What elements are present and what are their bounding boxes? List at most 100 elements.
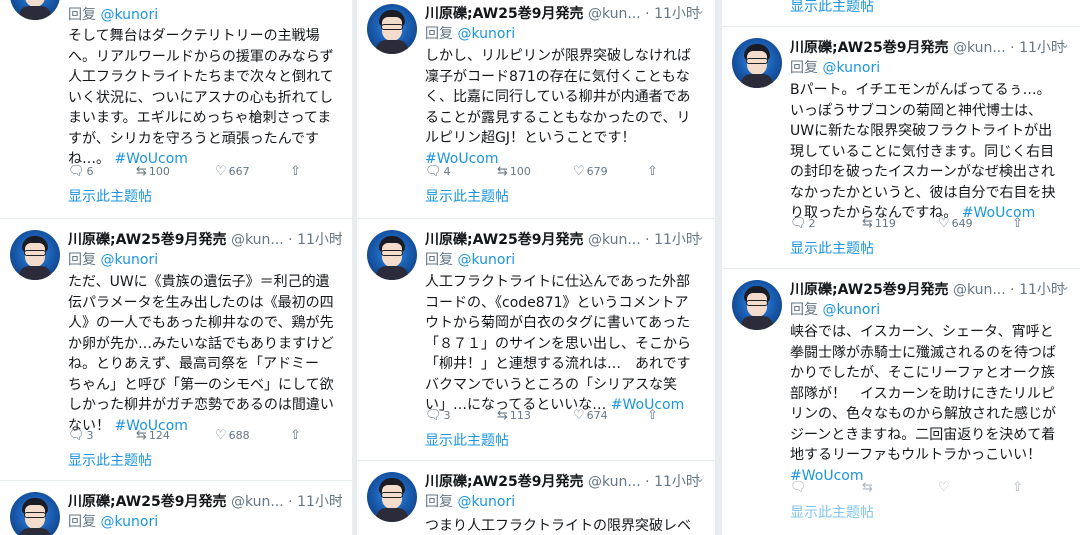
chevron-down-icon[interactable]: ⌄ bbox=[332, 229, 342, 243]
tweet[interactable]: 川原礫;AW25巻9月発売 @kun... · 11小时 ⌄ 回复 @kunor… bbox=[357, 0, 715, 212]
tweet-actions: 🗨 2 ⇆ 119 ♡ 649 ⇧ bbox=[790, 216, 1060, 234]
show-thread-link[interactable]: 显示此主题帖 bbox=[425, 186, 509, 206]
reply-button[interactable]: 🗨 6 bbox=[68, 164, 94, 179]
avatar[interactable] bbox=[732, 38, 782, 88]
reply-icon: 🗨 bbox=[790, 480, 807, 495]
show-thread-link[interactable]: 显示此主题帖 bbox=[68, 186, 152, 206]
heart-icon: ♡ bbox=[938, 216, 950, 231]
reply-handle-link[interactable]: @kunori bbox=[457, 494, 515, 510]
reply-handle-link[interactable]: @kunori bbox=[457, 252, 515, 268]
share-button[interactable]: ⇧ bbox=[290, 164, 303, 179]
share-button[interactable]: ⇧ bbox=[647, 164, 660, 179]
show-thread-link[interactable]: 显示此主题帖 bbox=[790, 502, 874, 522]
reply-icon: 🗨 bbox=[68, 428, 85, 443]
show-thread-link[interactable]: 显示此主题帖 bbox=[68, 450, 152, 470]
user-handle[interactable]: @kun... bbox=[588, 232, 641, 248]
user-handle[interactable]: @kun... bbox=[588, 474, 641, 490]
reply-handle-link[interactable]: @kunori bbox=[822, 302, 880, 318]
share-button[interactable]: ⇧ bbox=[1012, 480, 1025, 495]
display-name[interactable]: 川原礫;AW25巻9月発売 bbox=[425, 474, 583, 490]
tweet[interactable]: 川原礫;AW25巻9月発売 @kun... · 11小时 ⌄ 回复 @kunor… bbox=[0, 226, 352, 476]
reply-icon: 🗨 bbox=[68, 164, 85, 179]
chevron-down-icon[interactable]: ⌄ bbox=[695, 229, 705, 243]
reply-button[interactable]: 🗨 3 bbox=[425, 408, 451, 423]
chevron-down-icon[interactable]: ⌄ bbox=[1060, 279, 1070, 293]
reply-handle-link[interactable]: @kunori bbox=[100, 7, 158, 23]
retweet-button[interactable]: ⇆ 119 bbox=[862, 216, 896, 231]
reply-handle-link[interactable]: @kunori bbox=[822, 60, 880, 76]
tweet[interactable]: 显示此主题帖 bbox=[722, 0, 1080, 20]
reply-button[interactable]: 🗨 bbox=[790, 480, 809, 495]
timestamp[interactable]: · 11小时 bbox=[1010, 40, 1065, 56]
share-icon: ⇧ bbox=[647, 164, 658, 179]
tweet[interactable]: 川原礫;AW25巻9月発売 @kun... · 11小时 ⌄ 回复 @kunor… bbox=[722, 276, 1080, 535]
chevron-down-icon[interactable]: ⌄ bbox=[695, 471, 705, 485]
reply-icon: 🗨 bbox=[425, 408, 442, 423]
avatar[interactable] bbox=[10, 230, 60, 280]
display-name[interactable]: 川原礫;AW25巻9月発売 bbox=[425, 6, 583, 22]
reply-button[interactable]: 🗨 3 bbox=[68, 428, 94, 443]
heart-icon: ♡ bbox=[215, 428, 227, 443]
share-icon: ⇧ bbox=[1012, 480, 1023, 495]
display-name[interactable]: 川原礫;AW25巻9月発売 bbox=[425, 232, 583, 248]
chevron-down-icon[interactable]: ⌄ bbox=[1060, 37, 1070, 51]
timestamp[interactable]: · 11小时 bbox=[645, 6, 700, 22]
display-name[interactable]: 川原礫;AW25巻9月発売 bbox=[790, 282, 948, 298]
retweet-button[interactable]: ⇆ 100 bbox=[497, 164, 531, 179]
tweet-header: 川原礫;AW25巻9月発売 @kun... · 11小时 ⌄ bbox=[425, 3, 705, 25]
like-button[interactable]: ♡ 649 bbox=[938, 216, 973, 231]
tweet[interactable]: 川原礫;AW25巻9月発売 @kun... · 11小时 ⌄ 回复 @kunor… bbox=[722, 34, 1080, 264]
share-icon: ⇧ bbox=[290, 428, 301, 443]
user-handle[interactable]: @kun... bbox=[231, 232, 284, 248]
display-name[interactable]: 川原礫;AW25巻9月発売 bbox=[68, 232, 226, 248]
display-name[interactable]: 川原礫;AW25巻9月発売 bbox=[68, 494, 226, 510]
timestamp[interactable]: · 11小时 bbox=[645, 474, 700, 490]
tweet[interactable]: 川原礫;AW25巻9月発売 @kun... · 11小时 ⌄ 回复 @kunor… bbox=[357, 468, 715, 535]
chevron-down-icon[interactable]: ⌄ bbox=[695, 3, 705, 17]
timestamp[interactable]: · 11小时 bbox=[1010, 282, 1065, 298]
reply-handle-link[interactable]: @kunori bbox=[457, 26, 515, 42]
tweet[interactable]: 川原礫;AW25巻9月発売 @kun... · 11小时 ⌄ 回复 @kunor… bbox=[0, 488, 352, 535]
display-name[interactable]: 川原礫;AW25巻9月発売 bbox=[790, 40, 948, 56]
reply-handle-link[interactable]: @kunori bbox=[100, 514, 158, 530]
avatar[interactable] bbox=[367, 472, 417, 522]
share-button[interactable]: ⇧ bbox=[1012, 216, 1025, 231]
reply-handle-link[interactable]: @kunori bbox=[100, 252, 158, 268]
like-button[interactable]: ♡ 688 bbox=[215, 428, 250, 443]
divider bbox=[0, 218, 352, 219]
like-button[interactable]: ♡ bbox=[938, 480, 952, 495]
tweet-actions: 🗨 3 ⇆ 124 ♡ 688 ⇧ bbox=[68, 428, 338, 446]
retweet-button[interactable]: ⇆ 113 bbox=[497, 408, 531, 423]
share-button[interactable]: ⇧ bbox=[290, 428, 303, 443]
show-thread-link[interactable]: 显示此主题帖 bbox=[425, 430, 509, 450]
avatar[interactable] bbox=[10, 492, 60, 535]
reply-button[interactable]: 🗨 4 bbox=[425, 164, 451, 179]
user-handle[interactable]: @kun... bbox=[953, 282, 1006, 298]
timestamp[interactable]: · 11小时 bbox=[645, 232, 700, 248]
user-handle[interactable]: @kun... bbox=[953, 40, 1006, 56]
avatar[interactable] bbox=[367, 4, 417, 54]
avatar[interactable] bbox=[732, 280, 782, 330]
like-button[interactable]: ♡ 674 bbox=[573, 408, 608, 423]
avatar[interactable] bbox=[367, 230, 417, 280]
show-thread-link[interactable]: 显示此主题帖 bbox=[790, 0, 874, 16]
tweet-actions: 🗨 6 ⇆ 100 ♡ 667 ⇧ bbox=[68, 164, 338, 182]
avatar[interactable] bbox=[10, 0, 60, 20]
tweet[interactable]: 回复 @kunori そして舞台はダークテリトリーの主戦場 へ。リアルワールドか… bbox=[0, 0, 352, 212]
share-button[interactable]: ⇧ bbox=[647, 408, 660, 423]
show-thread-link[interactable]: 显示此主题帖 bbox=[790, 238, 874, 258]
reply-icon: 🗨 bbox=[790, 216, 807, 231]
retweet-button[interactable]: ⇆ 100 bbox=[136, 164, 170, 179]
like-button[interactable]: ♡ 667 bbox=[215, 164, 250, 179]
retweet-button[interactable]: ⇆ 124 bbox=[136, 428, 170, 443]
user-handle[interactable]: @kun... bbox=[231, 494, 284, 510]
retweet-button[interactable]: ⇆ bbox=[862, 480, 875, 495]
chevron-down-icon[interactable]: ⌄ bbox=[332, 491, 342, 505]
tweet-header: 川原礫;AW25巻9月発売 @kun... · 11小时 ⌄ bbox=[425, 471, 705, 493]
user-handle[interactable]: @kun... bbox=[588, 6, 641, 22]
like-button[interactable]: ♡ 679 bbox=[573, 164, 608, 179]
tweet[interactable]: 川原礫;AW25巻9月発売 @kun... · 11小时 ⌄ 回复 @kunor… bbox=[357, 226, 715, 454]
tweet-text: 人工フラクトライトに仕込んであった外部 コードの、《code871》というコメン… bbox=[425, 274, 691, 413]
tweet-header: 川原礫;AW25巻9月発売 @kun... · 11小时 ⌄ bbox=[790, 37, 1070, 59]
reply-button[interactable]: 🗨 2 bbox=[790, 216, 816, 231]
